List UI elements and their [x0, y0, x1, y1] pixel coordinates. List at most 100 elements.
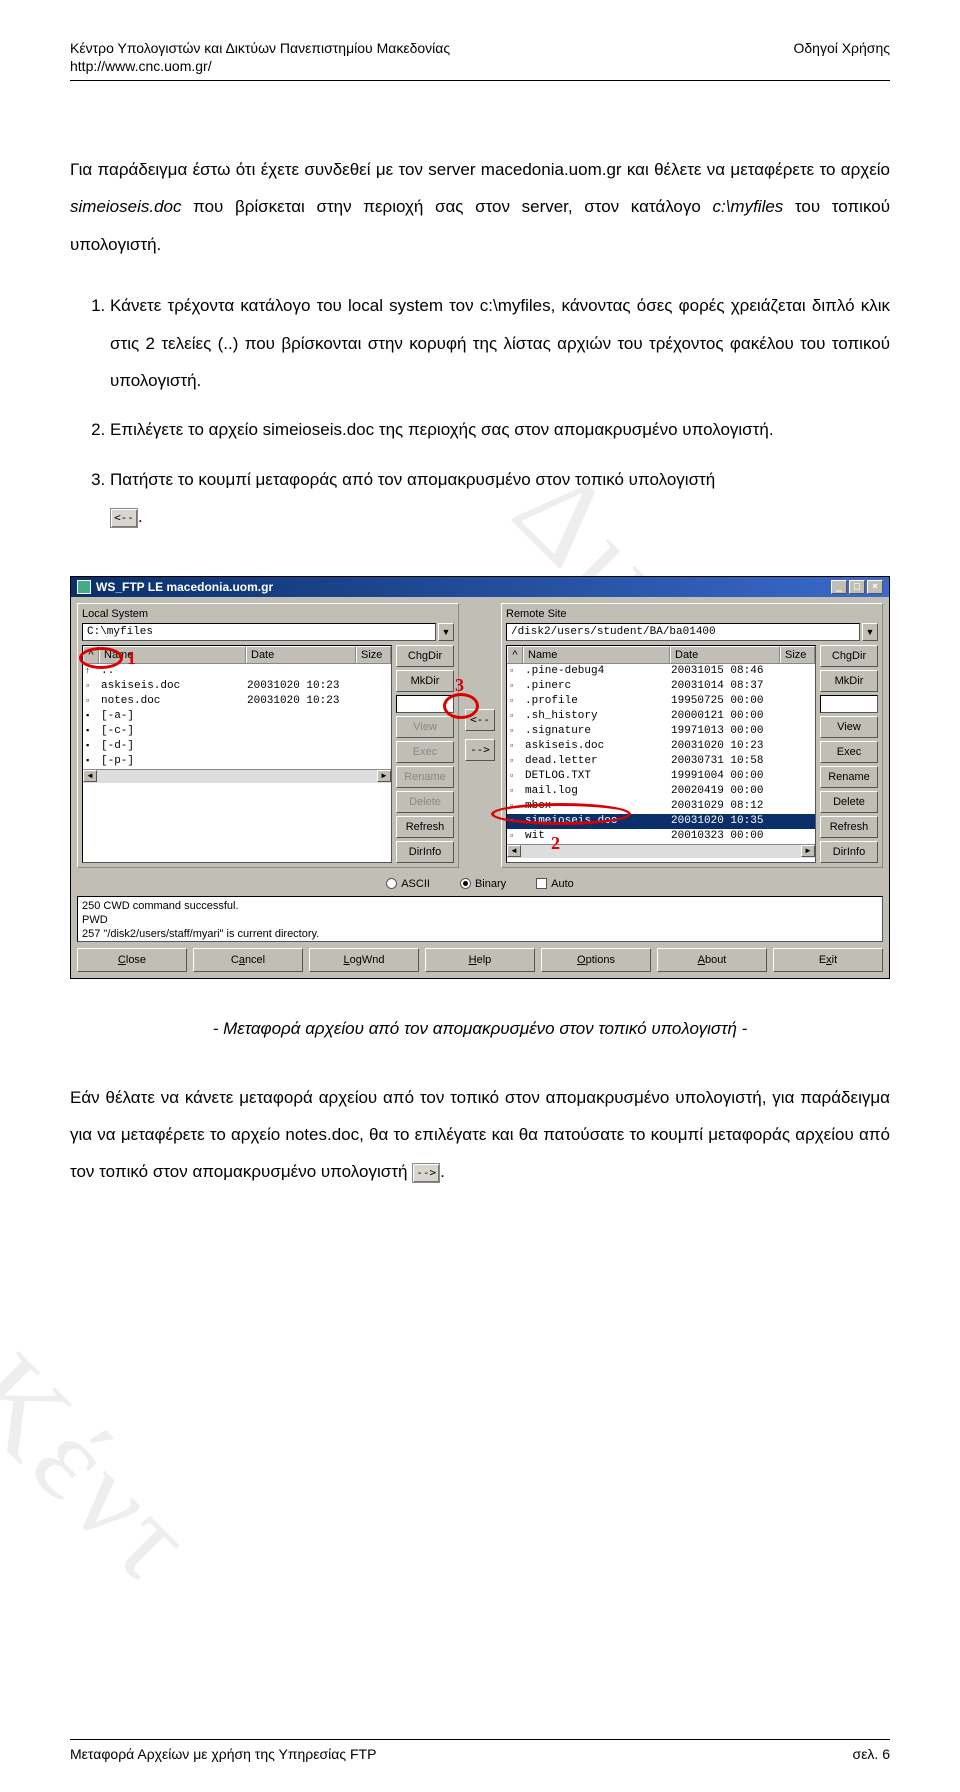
file-row[interactable]: ▪[-c-] [83, 724, 391, 739]
file-row[interactable]: ▫dead.letter20030731 10:58 [507, 754, 815, 769]
refresh-button[interactable]: Refresh [396, 816, 454, 838]
chgdir-button[interactable]: ChgDir [396, 645, 454, 667]
file-name: mbox [525, 799, 671, 814]
dirinfo-button[interactable]: DirInfo [820, 841, 878, 863]
refresh-button[interactable]: Refresh [820, 816, 878, 838]
step-3: Πατήστε το κουμπί μεταφοράς από τον απομ… [110, 461, 890, 536]
logwnd-button[interactable]: LogWnd [309, 948, 419, 972]
mkdir-button[interactable]: MkDir [820, 670, 878, 692]
file-row[interactable]: ▫.sh_history20000121 00:00 [507, 709, 815, 724]
file-row[interactable]: ▫notes.doc20031020 10:23 [83, 694, 391, 709]
file-date: 20031015 08:46 [671, 664, 781, 679]
file-date [247, 664, 357, 679]
options-button[interactable]: Options [541, 948, 651, 972]
file-size [781, 664, 813, 679]
text: Εάν θέλατε να κάνετε μεταφορά αρχείου απ… [70, 1088, 890, 1182]
file-date: 20031020 10:23 [247, 679, 357, 694]
mask-input[interactable] [396, 695, 454, 713]
exit-button[interactable]: Exit [773, 948, 883, 972]
file-size [781, 739, 813, 754]
text: της περιοχής σας στον απομακρυσμένο υπολ… [374, 420, 773, 439]
filename: simeioseis.doc [70, 197, 182, 216]
header-right: Οδηγοί Χρήσης [793, 40, 890, 56]
figure-caption: - Μεταφορά αρχείου από τον απομακρυσμένο… [70, 1019, 890, 1039]
mask-input[interactable] [820, 695, 878, 713]
dirinfo-button[interactable]: DirInfo [396, 841, 454, 863]
auto-checkbox[interactable]: Auto [536, 878, 574, 890]
file-icon: ▪ [85, 739, 99, 754]
annotation-label-1: 1 [127, 648, 136, 669]
sort-col[interactable]: ^ [83, 646, 99, 663]
mkdir-button[interactable]: MkDir [396, 670, 454, 692]
view-button[interactable]: View [820, 716, 878, 738]
file-row[interactable]: ▫askiseis.doc20031020 10:23 [507, 739, 815, 754]
dropdown-button[interactable]: ▼ [438, 623, 454, 641]
date-col[interactable]: Date [246, 646, 356, 663]
label: Auto [551, 878, 574, 890]
date-col[interactable]: Date [670, 646, 780, 663]
ascii-radio[interactable]: ASCII [386, 878, 430, 890]
minimize-button[interactable]: _ [831, 580, 847, 594]
size-col[interactable]: Size [356, 646, 391, 663]
scrollbar-h[interactable]: ◄► [83, 769, 391, 783]
file-name: .sh_history [525, 709, 671, 724]
remote-file-list[interactable]: ^ Name Date Size ▫.pine-debug420031015 0… [506, 645, 816, 863]
exec-button[interactable]: Exec [820, 741, 878, 763]
file-icon: ▫ [509, 814, 523, 829]
local-file-list[interactable]: ^ Name Date Size ↑..▫askiseis.doc2003102… [82, 645, 392, 863]
sort-col[interactable]: ^ [507, 646, 523, 663]
file-icon: ▫ [509, 754, 523, 769]
size-col[interactable]: Size [780, 646, 815, 663]
transfer-column: <-- --> [465, 603, 495, 868]
maximize-button[interactable]: □ [849, 580, 865, 594]
transfer-right-button[interactable]: --> [465, 739, 495, 761]
rename-button[interactable]: Rename [396, 766, 454, 788]
local-path-input[interactable]: C:\myfiles [82, 623, 436, 641]
app-icon [77, 580, 91, 594]
delete-button[interactable]: Delete [820, 791, 878, 813]
name-col[interactable]: Name [523, 646, 670, 663]
name-col[interactable]: Name [99, 646, 246, 663]
file-name: [-d-] [101, 739, 247, 754]
help-button[interactable]: Help [425, 948, 535, 972]
watermark-text: Κέντ [0, 1327, 224, 1611]
rename-button[interactable]: Rename [820, 766, 878, 788]
file-row[interactable]: ▫mbox20031029 08:12 [507, 799, 815, 814]
file-icon: ▫ [85, 679, 99, 694]
close-button[interactable]: Close [77, 948, 187, 972]
file-row[interactable]: ▫.pinerc20031014 08:37 [507, 679, 815, 694]
exec-button[interactable]: Exec [396, 741, 454, 763]
close-button[interactable]: × [867, 580, 883, 594]
chgdir-button[interactable]: ChgDir [820, 645, 878, 667]
binary-radio[interactable]: Binary [460, 878, 506, 890]
file-name: [-p-] [101, 754, 247, 769]
file-icon: ▫ [509, 664, 523, 679]
file-name: simeioseis.doc [525, 814, 671, 829]
file-row[interactable]: ▫DETLOG.TXT19991004 00:00 [507, 769, 815, 784]
text: Επιλέγετε το αρχείο [110, 420, 263, 439]
file-date: 19991004 00:00 [671, 769, 781, 784]
delete-button[interactable]: Delete [396, 791, 454, 813]
file-row[interactable]: ▪[-p-] [83, 754, 391, 769]
file-row[interactable]: ▪[-d-] [83, 739, 391, 754]
footer-left: Μεταφορά Αρχείων με χρήση της Υπηρεσίας … [70, 1746, 376, 1762]
t: lose [126, 954, 146, 966]
file-row[interactable]: ▪[-a-] [83, 709, 391, 724]
transfer-mode-row: ASCII Binary Auto [71, 874, 889, 896]
view-button[interactable]: View [396, 716, 454, 738]
status-line: 250 CWD command successful. [82, 899, 878, 913]
file-row[interactable]: ▫.pine-debug420031015 08:46 [507, 664, 815, 679]
about-button[interactable]: About [657, 948, 767, 972]
file-name: wit [525, 829, 671, 844]
remote-path-input[interactable]: /disk2/users/student/BA/ba01400 [506, 623, 860, 641]
closing-paragraph: Εάν θέλατε να κάνετε μεταφορά αρχείου απ… [70, 1079, 890, 1191]
transfer-left-button[interactable]: <-- [465, 709, 495, 731]
file-row[interactable]: ▫askiseis.doc20031020 10:23 [83, 679, 391, 694]
file-row[interactable]: ▫.profile19950725 00:00 [507, 694, 815, 709]
file-row[interactable]: ▫.signature19971013 00:00 [507, 724, 815, 739]
file-name: mail.log [525, 784, 671, 799]
file-row[interactable]: ▫mail.log20020419 00:00 [507, 784, 815, 799]
cancel-button[interactable]: Cancel [193, 948, 303, 972]
file-row[interactable]: ▫simeioseis.doc20031020 10:35 [507, 814, 815, 829]
dropdown-button[interactable]: ▼ [862, 623, 878, 641]
